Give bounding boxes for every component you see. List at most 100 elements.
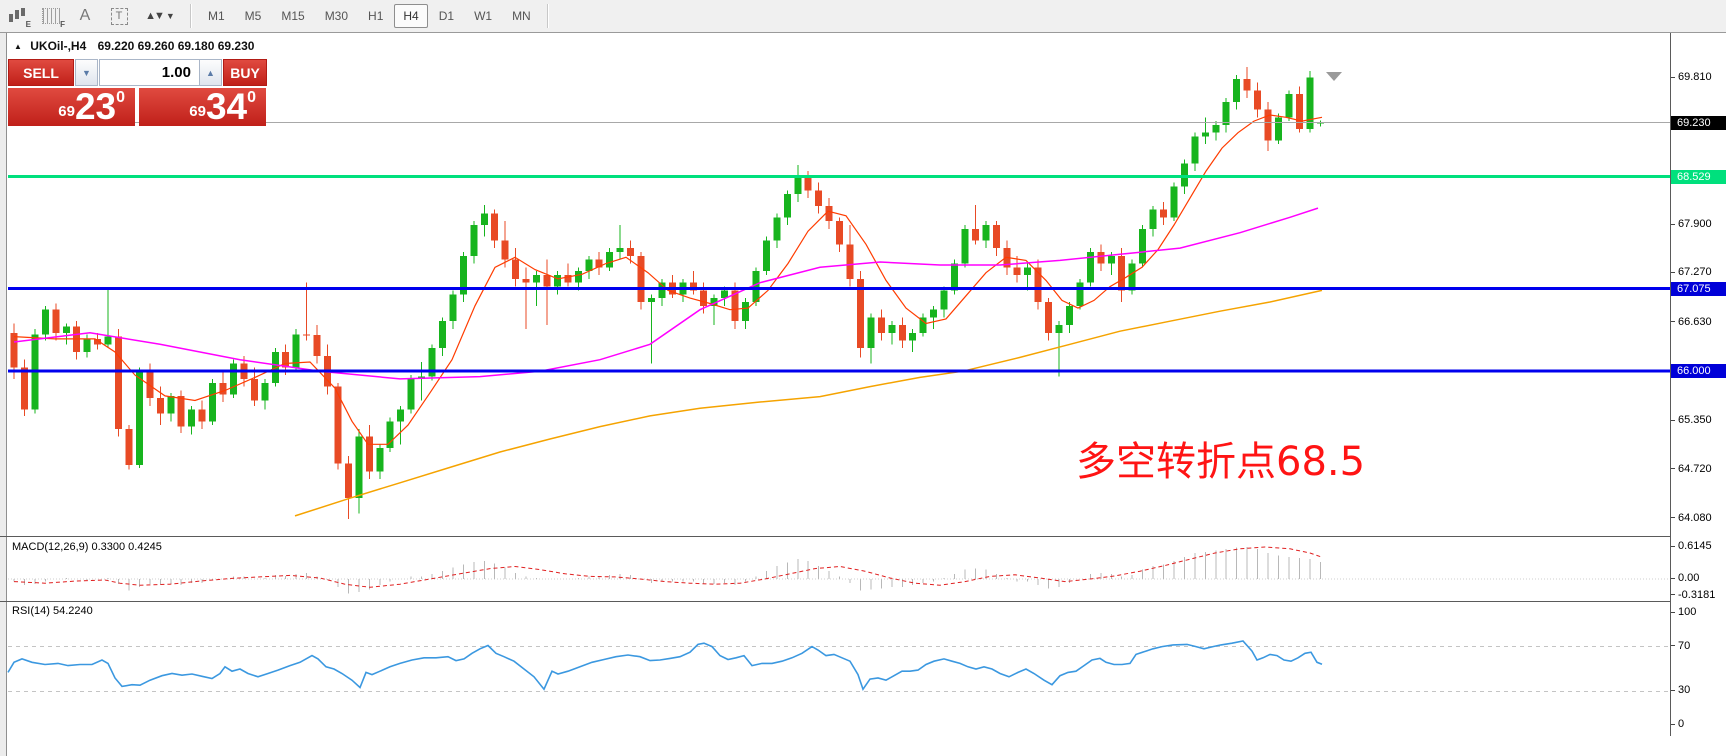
chart-window[interactable]: ▲ UKOil-,H4 69.220 69.260 69.180 69.230 … — [0, 33, 1726, 756]
price-axis[interactable]: 69.81067.90067.27066.63065.35064.72064.0… — [1670, 33, 1726, 736]
candle-body — [982, 225, 989, 240]
sell-price-prefix: 69 — [58, 103, 75, 120]
axis-tick-mark — [1671, 546, 1675, 547]
candle-body — [314, 335, 321, 356]
tf-button-h1[interactable]: H1 — [359, 4, 392, 28]
mt4-application: E F A T ▲▼ ▼ M1 M5 M15 M30 H1 H4 D1 W1 M… — [0, 0, 1726, 756]
candle-body — [1212, 125, 1219, 133]
tf-button-mn[interactable]: MN — [503, 4, 540, 28]
macd-tick-label: -0.3181 — [1671, 589, 1726, 601]
tf-button-m30[interactable]: M30 — [316, 4, 357, 28]
buy-price-panel[interactable]: 69 34 0 — [139, 88, 266, 126]
text-label-icon[interactable]: A — [70, 4, 100, 28]
candle-body — [188, 410, 195, 427]
arrange-objects-icon[interactable]: ▲▼ ▼ — [138, 4, 182, 28]
price-tick-label: 67.270 — [1671, 266, 1726, 278]
axis-tick-mark — [1671, 612, 1675, 613]
price-tick-label: 65.350 — [1671, 414, 1726, 426]
grid-icon-letter: F — [60, 20, 65, 29]
axis-tick-mark — [1671, 224, 1675, 225]
price-tick-label: 69.810 — [1671, 71, 1726, 83]
price-tick-label: 64.720 — [1671, 463, 1726, 475]
candle-body — [1244, 79, 1251, 91]
rsi-label: RSI(14) 54.2240 — [12, 605, 93, 617]
candle-body — [157, 398, 164, 413]
candle-body — [993, 225, 1000, 248]
macd-label: MACD(12,26,9) 0.3300 0.4245 — [12, 541, 162, 553]
candle-body — [261, 383, 268, 401]
candle-body — [1024, 267, 1031, 275]
macd-pane[interactable] — [0, 540, 1670, 601]
axis-tick-mark — [1671, 468, 1675, 469]
candle-body — [1223, 102, 1230, 125]
candle-body — [1150, 210, 1157, 229]
axis-tick-mark — [1671, 77, 1675, 78]
candle-body — [42, 310, 49, 335]
rsi-pane[interactable] — [0, 603, 1670, 733]
ohlc-values: 69.220 69.260 69.180 69.230 — [98, 39, 255, 53]
pane-separator[interactable] — [0, 601, 1726, 602]
buy-price-big: 34 — [206, 90, 247, 124]
candle-body — [554, 275, 561, 287]
grid-icon[interactable]: F — [36, 4, 66, 28]
price-tick-label: 64.080 — [1671, 512, 1726, 524]
tf-button-m5[interactable]: M5 — [236, 4, 271, 28]
candle-body — [1265, 110, 1272, 141]
pane-separator[interactable] — [0, 536, 1726, 537]
candle-body — [878, 317, 885, 332]
candle-body — [345, 464, 352, 499]
axis-tick-mark — [1671, 321, 1675, 322]
volume-decrease-button[interactable]: ▼ — [75, 59, 98, 86]
axis-tick-mark — [1671, 690, 1675, 691]
candle-body — [1097, 252, 1104, 264]
tf-button-w1[interactable]: W1 — [465, 4, 501, 28]
chart-symbol-header: ▲ UKOil-,H4 69.220 69.260 69.180 69.230 — [14, 39, 254, 53]
one-click-trading-panel: SELL ▼ ▲ BUY 69 23 0 69 34 0 — [8, 59, 267, 126]
axis-tick-mark — [1671, 724, 1675, 725]
buy-price-sup: 0 — [247, 89, 256, 107]
candle-body — [752, 271, 759, 302]
candle-body — [606, 252, 613, 267]
tf-button-h4-active[interactable]: H4 — [394, 4, 427, 28]
collapse-triangle-icon[interactable]: ▲ — [14, 42, 22, 51]
candle-body — [1296, 94, 1303, 129]
price-tick-label: 66.630 — [1671, 316, 1726, 328]
chart-shift-marker-icon[interactable] — [1326, 72, 1342, 81]
sell-button[interactable]: SELL — [8, 59, 74, 86]
rsi-tick-label: 0 — [1671, 718, 1726, 730]
candle-body — [21, 367, 28, 409]
candle-body — [136, 371, 143, 465]
sell-price-big: 23 — [75, 90, 116, 124]
fast-ma-line — [14, 115, 1322, 444]
candle-body — [282, 352, 289, 367]
candle-body — [899, 325, 906, 340]
candle-body — [533, 275, 540, 283]
buy-price-prefix: 69 — [189, 103, 206, 120]
tf-button-m15[interactable]: M15 — [272, 4, 313, 28]
candle-body — [502, 240, 509, 259]
text-box-glyph: T — [111, 8, 128, 25]
tf-button-m1[interactable]: M1 — [199, 4, 234, 28]
buy-button[interactable]: BUY — [223, 59, 267, 86]
tf-button-d1[interactable]: D1 — [430, 4, 463, 28]
volume-input[interactable] — [99, 59, 200, 86]
candle-body — [1118, 256, 1125, 291]
candle-body — [909, 333, 916, 341]
volume-increase-button[interactable]: ▲ — [199, 59, 222, 86]
text-box-icon[interactable]: T — [104, 4, 134, 28]
sell-price-panel[interactable]: 69 23 0 — [8, 88, 135, 126]
candle-body — [230, 364, 237, 395]
macd-signal-line — [14, 547, 1322, 587]
candle-body — [84, 339, 91, 352]
candle-body — [961, 229, 968, 264]
rsi-tick-label: 100 — [1671, 606, 1726, 618]
candle-body — [1056, 325, 1063, 333]
candle-body — [1306, 77, 1313, 129]
candle-body — [439, 321, 446, 348]
indicators-icon[interactable]: E — [2, 4, 32, 28]
candle-body — [63, 327, 70, 333]
candle-body — [470, 225, 477, 256]
candle-body — [376, 448, 383, 471]
candle-body — [1233, 79, 1240, 102]
toolbar-separator — [547, 4, 549, 28]
